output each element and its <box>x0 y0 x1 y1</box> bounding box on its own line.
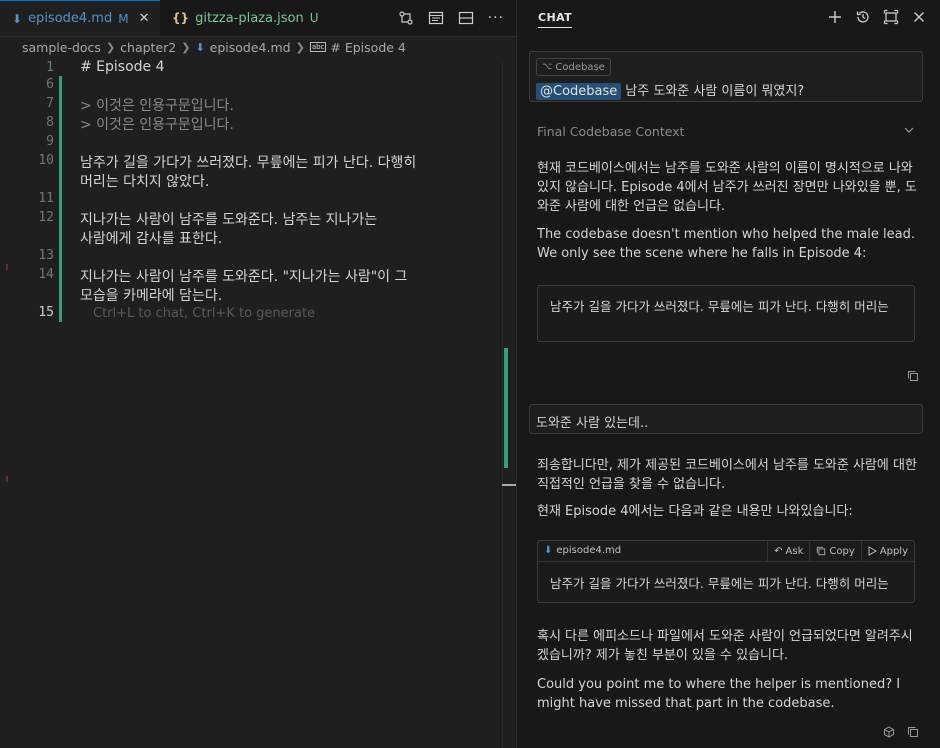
line-number: 10 <box>38 153 54 168</box>
json-file-icon: {} <box>172 11 190 25</box>
diff-marker <box>6 264 8 270</box>
chevron-right-icon: ❯ <box>295 40 305 54</box>
code-line[interactable]: 지나가는 사람이 남주를 도와준다. 남주는 지나가는 <box>80 209 377 229</box>
editor-actions: ··· <box>398 0 504 36</box>
chevron-right-icon: ❯ <box>105 40 116 54</box>
user-message-bubble[interactable]: 도와준 사람 있는데.. <box>529 404 923 434</box>
close-icon[interactable]: ✕ <box>139 11 150 26</box>
copy-icon[interactable] <box>907 726 919 738</box>
chat-header: CHAT <box>517 0 940 38</box>
chat-title[interactable]: CHAT <box>538 11 573 28</box>
close-icon[interactable] <box>911 9 927 27</box>
code-block-filename: episode4.md <box>556 545 622 556</box>
chat-panel: CHAT ⌥ Codebase @Codebase 남주 도와준 사람 이름이 뭐… <box>516 0 940 748</box>
modified-badge: M <box>118 11 129 26</box>
git-modified-gutter <box>59 76 62 322</box>
code-line-wrap[interactable]: 사람에게 감사를 표한다. <box>80 228 222 248</box>
breadcrumb: sample-docs ❯ chapter2 ❯ ⬇ episode4.md ❯… <box>22 38 406 56</box>
assistant-message-ko: 현재 코드베이스에서는 남주를 도와준 사람의 이름이 명시적으로 나와있지 않… <box>537 161 917 214</box>
apply-button[interactable]: Apply <box>860 541 914 561</box>
breadcrumb-item[interactable]: episode4.md <box>210 40 291 55</box>
line-number: 6 <box>46 77 54 92</box>
line-number: 9 <box>46 134 54 149</box>
more-actions-icon[interactable]: ··· <box>488 10 504 26</box>
open-preview-icon[interactable] <box>428 10 444 26</box>
ask-button[interactable]: ↶ Ask <box>767 541 809 561</box>
new-chat-icon[interactable] <box>827 9 843 27</box>
code-line[interactable]: > 이것은 인용구문입니다. <box>80 114 234 134</box>
scrollbar-change-marker <box>504 348 508 468</box>
maximize-icon[interactable] <box>883 9 899 27</box>
assistant-message-ko: 죄송합니다만, 제가 제공된 코드베이스에서 남주를 도와준 사람에 대한 직접… <box>537 458 917 492</box>
tab-label: gitzza-plaza.json <box>195 10 304 26</box>
markdown-file-icon: ⬇ <box>544 545 553 556</box>
code-block-actions: ↶ Ask Copy Apply <box>767 541 914 561</box>
chevron-right-icon: ❯ <box>181 40 191 54</box>
quote-text: 남주가 길을 가다가 쓰러졌다. 무릎에는 피가 난다. 다행히 머리는 <box>550 299 889 314</box>
scrollbar-cursor-marker <box>502 484 516 486</box>
code-line-wrap[interactable]: 머리는 다치지 않았다. <box>80 171 209 191</box>
split-editor-icon[interactable] <box>458 10 474 26</box>
assistant-message-en: Could you point me to where the helper i… <box>537 677 901 711</box>
code-block: ⬇ episode4.md ↶ Ask Copy Apply 남주가 길을 가다… <box>537 540 915 603</box>
codebase-mention[interactable]: @Codebase <box>536 83 622 100</box>
history-icon[interactable] <box>855 9 871 27</box>
code-line-wrap[interactable]: 모습을 카메라에 담는다. <box>80 285 222 305</box>
code-line[interactable]: > 이것은 인용구문입니다. <box>80 95 234 115</box>
branch-icon: ⌥ <box>542 62 553 72</box>
copy-button[interactable]: Copy <box>809 541 860 561</box>
copy-icon <box>817 546 826 556</box>
diff-marker <box>6 476 8 482</box>
tab-gitzza-plaza[interactable]: {} gitzza-plaza.json U <box>160 0 319 36</box>
editor-pane: ⬇ episode4.md M ✕ {} gitzza-plaza.json U… <box>0 0 517 748</box>
code-quote-block: 남주가 길을 가다가 쓰러졌다. 무릎에는 피가 난다. 다행히 머리는 <box>537 285 915 342</box>
line-number: 11 <box>38 191 54 206</box>
breadcrumb-item[interactable]: chapter2 <box>120 40 176 55</box>
line-number: 1 <box>46 60 54 75</box>
line-number: 12 <box>38 210 54 225</box>
chat-actions <box>827 9 927 27</box>
copy-icon[interactable] <box>907 370 919 382</box>
undo-arrow-icon: ↶ <box>774 545 783 557</box>
assistant-message-ko: 혹시 다른 에피소드나 파일에서 도와준 사람이 언급되었다면 알려주시겠습니까… <box>537 629 913 663</box>
copy-label: Copy <box>829 545 855 557</box>
breadcrumb-item[interactable]: # Episode 4 <box>330 40 405 55</box>
tab-episode4[interactable]: ⬇ episode4.md M ✕ <box>0 0 160 36</box>
user-query-bubble[interactable]: ⌥ Codebase @Codebase 남주 도와준 사람 이름이 뭐였지? <box>529 51 923 102</box>
assistant-message-intro: 현재 Episode 4에서는 다음과 같은 내용만 나와있습니다: <box>537 504 853 519</box>
line-number: 14 <box>38 267 54 282</box>
line-number: 7 <box>46 96 54 111</box>
markdown-file-icon: ⬇ <box>12 11 23 26</box>
markdown-file-icon: ⬇ <box>195 40 205 54</box>
tab-bar: ⬇ episode4.md M ✕ {} gitzza-plaza.json U… <box>0 0 516 37</box>
line-number: 8 <box>46 115 54 130</box>
line-number: 15 <box>38 305 54 320</box>
code-line[interactable]: 남주가 길을 가다가 쓰러졌다. 무릎에는 피가 난다. 다행히 <box>80 152 416 172</box>
context-chip-label: Codebase <box>555 61 605 73</box>
assistant-message-en: The codebase doesn't mention who helped … <box>537 227 915 261</box>
play-icon <box>868 546 877 556</box>
code-block-file[interactable]: ⬇ episode4.md <box>544 545 621 556</box>
inline-hint: Ctrl+L to chat, Ctrl+K to generate <box>93 306 316 321</box>
line-number: 13 <box>38 248 54 263</box>
breadcrumb-item[interactable]: sample-docs <box>22 40 101 55</box>
quote-text: 남주가 길을 가다가 쓰러졌다. 무릎에는 피가 난다. 다행히 머리는 <box>550 576 889 591</box>
codebase-icon[interactable] <box>883 726 895 738</box>
final-context-toggle[interactable]: Final Codebase Context <box>537 124 915 139</box>
context-chip[interactable]: ⌥ Codebase <box>536 58 611 76</box>
tab-label: episode4.md <box>28 11 113 26</box>
code-line[interactable]: # Episode 4 <box>80 59 165 75</box>
compare-changes-icon[interactable] <box>398 10 414 26</box>
query-content: 남주 도와준 사람 이름이 뭐였지? <box>625 84 805 99</box>
chevron-down-icon[interactable] <box>903 124 915 139</box>
apply-label: Apply <box>879 545 908 557</box>
query-text: @Codebase 남주 도와준 사람 이름이 뭐였지? <box>536 80 805 100</box>
code-block-header: ⬇ episode4.md ↶ Ask Copy Apply <box>538 541 914 562</box>
ask-label: Ask <box>785 545 804 557</box>
symbol-string-icon: abc <box>309 42 327 52</box>
code-line[interactable]: 지나가는 사람이 남주를 도와준다. "지나가는 사람"이 그 <box>80 266 407 286</box>
untracked-badge: U <box>309 11 319 25</box>
user-message-text: 도와준 사람 있는데.. <box>536 416 649 431</box>
final-context-label: Final Codebase Context <box>537 124 685 139</box>
